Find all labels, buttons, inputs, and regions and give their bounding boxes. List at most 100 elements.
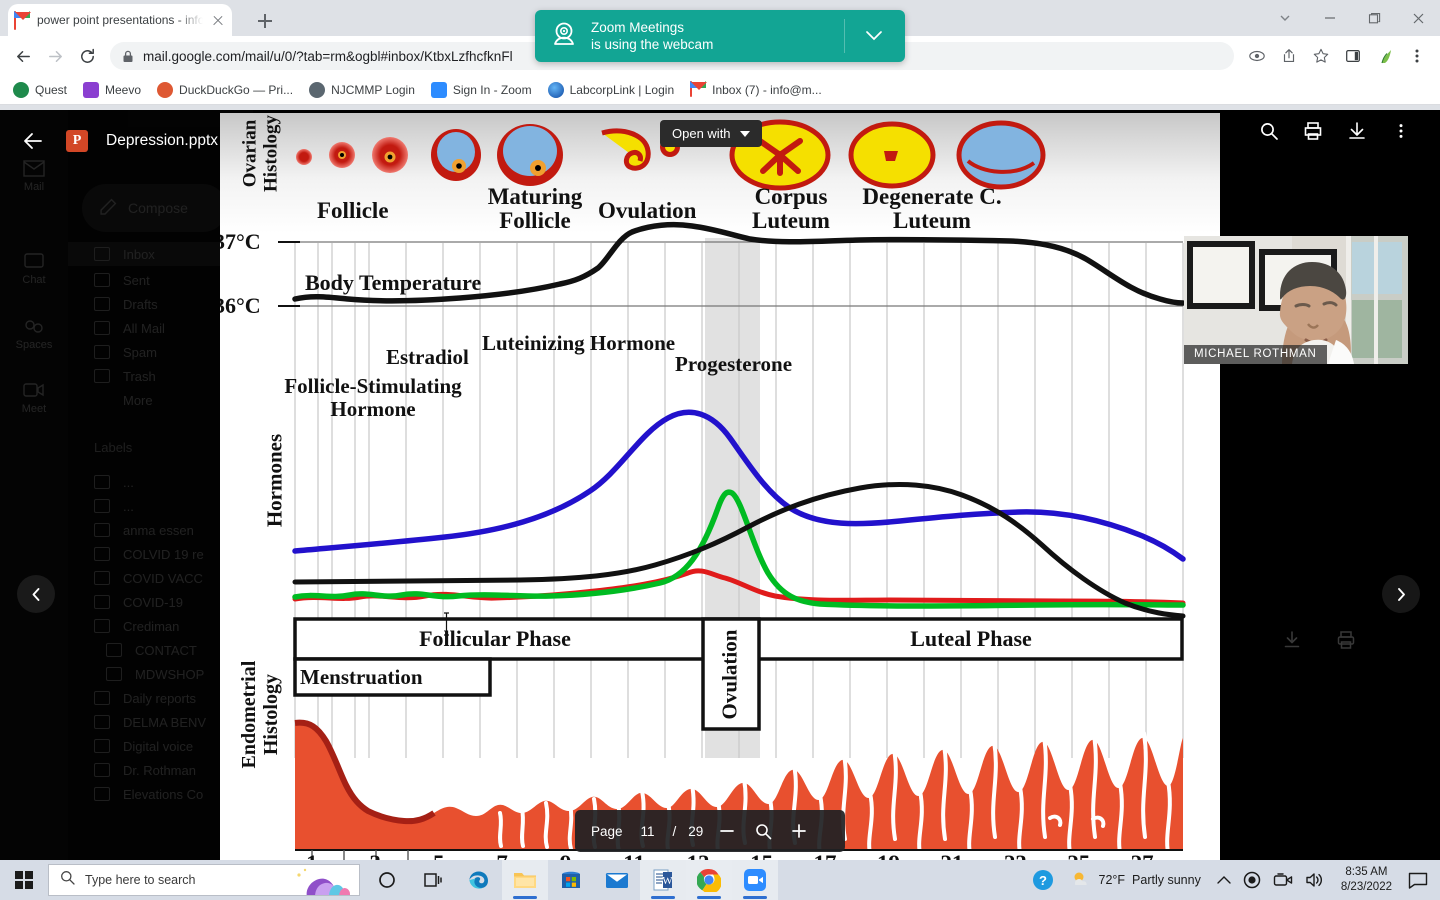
folder-label: Sent [123, 272, 150, 288]
print-icon[interactable] [1336, 630, 1356, 655]
more-icon [94, 393, 110, 407]
active-indicator [513, 896, 537, 899]
bookmark-item[interactable]: Inbox (7) - info@m... [683, 79, 829, 101]
forward-button[interactable] [40, 41, 70, 71]
help-icon[interactable]: ? [1026, 860, 1060, 900]
cortana-icon[interactable] [364, 860, 410, 900]
x-tick-label: 15 [750, 851, 773, 860]
bookmark-item[interactable]: Meevo [76, 79, 148, 101]
zoom-out-button[interactable] [715, 819, 739, 843]
search-input[interactable]: Type here to search [48, 864, 360, 896]
folder-label: Inbox [123, 246, 155, 262]
chevron-down-icon[interactable] [857, 31, 891, 41]
print-icon[interactable] [1302, 120, 1324, 142]
x-tick-label: 19 [877, 851, 900, 860]
stage-degenerate-corpus-luteum: Degenerate C. Luteum [862, 184, 1002, 234]
rail-item-spaces[interactable]: Spaces [0, 318, 68, 351]
volume-icon[interactable] [1299, 860, 1331, 900]
browser-tab[interactable]: power point presentations - info [8, 4, 232, 36]
webcam-video-thumbnail[interactable]: MICHAEL ROTHMAN [1184, 236, 1408, 364]
weather-widget[interactable]: 72°F Partly sunny [1060, 870, 1211, 891]
windows-start-icon[interactable] [0, 860, 48, 900]
folder-label: More [123, 392, 153, 408]
spam-icon [94, 345, 110, 359]
minimize-button[interactable] [1308, 0, 1352, 36]
active-indicator [697, 896, 721, 899]
label-text: anma essen [123, 522, 194, 538]
task-view-icon[interactable] [410, 860, 456, 900]
rail-item-meet[interactable]: Meet [0, 382, 68, 415]
camera-icon[interactable] [1267, 860, 1299, 900]
system-tray: ? 72°F Partly sunny 8:35 AM 8/23/2022 [1026, 860, 1440, 900]
label-text: Elevations Co [123, 786, 204, 802]
back-arrow-icon[interactable] [18, 126, 48, 156]
close-icon[interactable] [210, 12, 226, 28]
rail-item-chat[interactable]: Chat [0, 253, 68, 286]
bookmark-item[interactable]: NJCMMP Login [302, 79, 422, 101]
active-indicator [651, 896, 675, 899]
x-tick-label: 7 [496, 851, 508, 860]
new-tab-button[interactable] [252, 8, 278, 34]
previous-page-button[interactable] [17, 575, 55, 613]
more-options-icon[interactable] [1390, 120, 1412, 142]
profile-icon[interactable] [1370, 41, 1400, 71]
trash-icon [94, 369, 110, 383]
fsh-label: Follicle-Stimulating Hormone [284, 374, 462, 422]
maximize-button[interactable] [1352, 0, 1396, 36]
download-icon[interactable] [1282, 630, 1302, 655]
bookmark-item[interactable]: Sign In - Zoom [424, 79, 539, 101]
menstruation-label: Menstruation [300, 665, 423, 689]
zoom-webcam-notification[interactable]: Zoom Meetings is using the webcam [535, 10, 905, 62]
x-tick-label: 13 [687, 851, 710, 860]
side-panel-icon[interactable] [1338, 41, 1368, 71]
all-mail-icon [94, 321, 110, 335]
mail-icon[interactable] [594, 860, 640, 900]
microsoft-store-icon[interactable] [548, 860, 594, 900]
tab-search-chevron-icon[interactable] [1262, 0, 1308, 36]
back-button[interactable] [8, 41, 38, 71]
compose-label: Compose [128, 200, 188, 216]
eye-icon[interactable] [1242, 41, 1272, 71]
add-to-drive-icon[interactable] [1346, 120, 1368, 142]
open-with-button[interactable]: Open with [660, 120, 762, 147]
edge-icon[interactable] [456, 860, 502, 900]
chevron-up-icon[interactable] [1211, 860, 1237, 900]
current-page-input[interactable]: 11 [635, 824, 661, 839]
compose-button[interactable]: Compose [82, 184, 227, 232]
label-icon [94, 523, 110, 537]
slide-canvas: Ovarian Histology Follicle Maturing Foll… [220, 113, 1220, 860]
attachment-filename: Depression.pptx [106, 132, 219, 149]
file-explorer-icon[interactable] [502, 860, 548, 900]
bookmark-favicon [547, 82, 564, 98]
url-text: mail.google.com/mail/u/0/?tab=rm&ogbl#in… [143, 48, 513, 64]
x-tick-label: 25 [1067, 851, 1090, 860]
zoom-in-button[interactable] [787, 819, 811, 843]
share-icon[interactable] [1274, 41, 1304, 71]
chrome-icon[interactable] [686, 860, 732, 900]
drafts-icon [94, 297, 110, 311]
notification-icon[interactable] [1402, 860, 1434, 900]
word-icon[interactable]: W [640, 860, 686, 900]
label-icon [94, 499, 110, 513]
kebab-menu-icon[interactable] [1402, 41, 1432, 71]
ovulation-box-label: Ovulation [717, 629, 742, 720]
x-tick-label: 5 [433, 851, 445, 860]
open-with-label: Open with [672, 126, 731, 141]
next-page-button[interactable] [1382, 575, 1420, 613]
bookmark-star-icon[interactable] [1306, 41, 1336, 71]
browser-toolbar-icons [1242, 41, 1432, 71]
weather-condition-text: Partly sunny [1132, 873, 1201, 887]
reload-button[interactable] [72, 41, 102, 71]
zoom-icon[interactable] [732, 860, 778, 900]
recording-icon[interactable] [1237, 860, 1267, 900]
bookmark-item[interactable]: LabcorpLink | Login [541, 79, 682, 101]
magnifier-icon[interactable] [751, 819, 775, 843]
bookmark-item[interactable]: Quest [6, 79, 74, 101]
hormones-axis-label: Hormones [262, 433, 287, 528]
bookmark-item[interactable]: DuckDuckGo — Pri... [150, 79, 300, 101]
folder-label: Spam [123, 344, 157, 360]
search-icon[interactable] [1258, 120, 1280, 142]
close-window-button[interactable] [1396, 0, 1440, 36]
clock[interactable]: 8:35 AM 8/23/2022 [1331, 865, 1402, 895]
label-text: ... [123, 474, 134, 490]
